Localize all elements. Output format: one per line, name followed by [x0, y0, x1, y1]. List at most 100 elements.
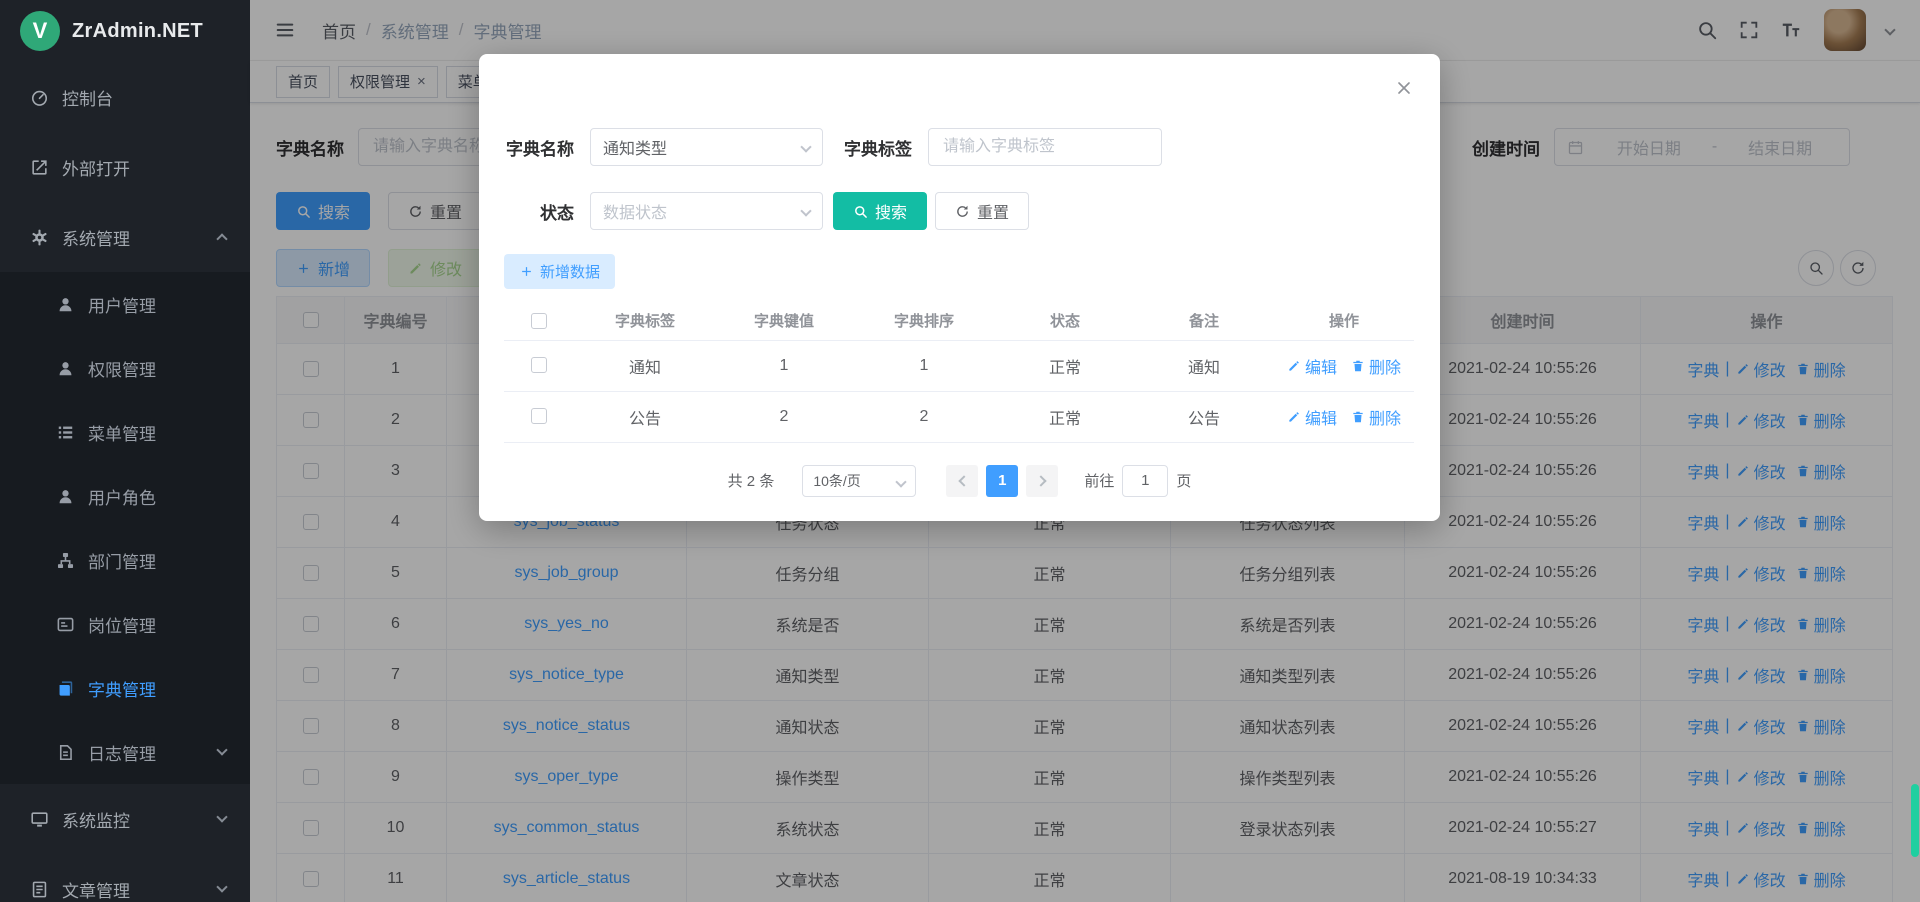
sidebar-menu: 控制台 外部打开 系统管理 用户管理 权限管理: [0, 62, 250, 902]
data-status-cell: 正常: [996, 340, 1134, 391]
current-page-button[interactable]: 1: [986, 465, 1018, 497]
search-icon: [853, 204, 868, 219]
sidebar-item-dictionary[interactable]: 字典管理: [0, 656, 250, 720]
dialog-pagination: 共 2 条 10条/页 1 前往 页: [504, 465, 1415, 497]
data-value-cell: 2: [716, 391, 852, 442]
page-goto-input[interactable]: [1122, 465, 1168, 497]
plus-icon: [519, 264, 534, 279]
dialog-reset-button[interactable]: 重置: [935, 192, 1029, 230]
sidebar-item-logs[interactable]: 日志管理: [0, 720, 250, 784]
header-dict-value: 字典键值: [716, 301, 852, 340]
sidebar-item-permissions[interactable]: 权限管理: [0, 336, 250, 400]
external-link-icon: [30, 158, 49, 177]
data-label-cell: 通知: [574, 340, 716, 391]
dictionary-icon: [56, 679, 75, 698]
header-dict-sort: 字典排序: [852, 301, 996, 340]
dict-name-select-value: 通知类型: [603, 135, 667, 159]
chevron-down-icon: [218, 887, 226, 891]
status-select-placeholder: 数据状态: [603, 199, 667, 223]
dialog-query-row-2: 状态 数据状态 搜索 重置: [504, 192, 1415, 230]
dialog-status-label: 状态: [504, 199, 574, 224]
dashboard-icon: [30, 88, 49, 107]
trash-icon: [1351, 359, 1365, 373]
log-icon: [56, 743, 75, 762]
data-label-cell: 公告: [574, 391, 716, 442]
sidebar-item-label: 字典管理: [88, 676, 156, 701]
sidebar-item-label: 系统监控: [62, 807, 130, 832]
status-select[interactable]: 数据状态: [590, 192, 823, 230]
header-status: 状态: [996, 301, 1134, 340]
dialog-dict-name-label: 字典名称: [504, 135, 574, 160]
delete-link[interactable]: 删除: [1351, 354, 1401, 378]
chevron-up-icon: [218, 231, 226, 243]
user-permission-icon: [56, 359, 75, 378]
pencil-icon: [1287, 359, 1301, 373]
close-icon: [1394, 78, 1414, 98]
gear-icon: [30, 228, 49, 247]
refresh-icon: [955, 204, 970, 219]
sidebar-item-external[interactable]: 外部打开: [0, 132, 250, 202]
post-badge-icon: [56, 615, 75, 634]
next-page-button[interactable]: [1026, 465, 1058, 497]
sidebar-item-users[interactable]: 用户管理: [0, 272, 250, 336]
dict-name-select[interactable]: 通知类型: [590, 128, 823, 166]
sidebar-item-articles[interactable]: 文章管理: [0, 854, 250, 902]
sidebar-item-label: 日志管理: [88, 740, 156, 765]
dialog-query-row-1: 字典名称 通知类型 字典标签: [504, 128, 1415, 166]
dialog-search-button[interactable]: 搜索: [833, 192, 927, 230]
prev-page-button[interactable]: [946, 465, 978, 497]
sidebar-item-label: 文章管理: [62, 877, 130, 902]
data-remark-cell: 公告: [1134, 391, 1274, 442]
edit-link[interactable]: 编辑: [1287, 405, 1337, 429]
sidebar-item-console[interactable]: 控制台: [0, 62, 250, 132]
dict-data-row: 公告22正常公告编辑删除: [504, 391, 1414, 442]
header-dict-label: 字典标签: [574, 301, 716, 340]
goto-label: 前往: [1084, 470, 1114, 491]
chevron-down-icon: [897, 473, 905, 489]
page-size-value: 10条/页: [813, 471, 860, 491]
sidebar-item-label: 外部打开: [62, 155, 130, 180]
sidebar-item-label: 岗位管理: [88, 612, 156, 637]
page-size-select[interactable]: 10条/页: [802, 465, 916, 497]
user-icon: [56, 295, 75, 314]
data-sort-cell: 2: [852, 391, 996, 442]
monitor-icon: [30, 810, 49, 829]
dict-label-input[interactable]: [928, 128, 1162, 166]
dialog-close-button[interactable]: [1394, 78, 1414, 98]
select-all-checkbox[interactable]: [531, 313, 547, 329]
sidebar-item-departments[interactable]: 部门管理: [0, 528, 250, 592]
add-dict-data-button[interactable]: 新增数据: [504, 254, 615, 289]
sidebar-item-user-roles[interactable]: 用户角色: [0, 464, 250, 528]
pagination-goto: 前往 页: [1084, 465, 1191, 497]
pencil-icon: [1287, 410, 1301, 424]
system-submenu: 用户管理 权限管理 菜单管理 用户角色 部门管理: [0, 272, 250, 784]
sidebar-item-label: 用户管理: [88, 292, 156, 317]
row-checkbox[interactable]: [531, 357, 547, 373]
user-role-icon: [56, 487, 75, 506]
app-logo: V ZrAdmin.NET: [0, 0, 250, 62]
sidebar-item-menus[interactable]: 菜单管理: [0, 400, 250, 464]
sidebar-item-posts[interactable]: 岗位管理: [0, 592, 250, 656]
sidebar: V ZrAdmin.NET 控制台 外部打开 系统管理 用户管理: [0, 0, 250, 902]
scrollbar-thumb[interactable]: [1911, 784, 1919, 857]
data-remark-cell: 通知: [1134, 340, 1274, 391]
delete-link[interactable]: 删除: [1351, 405, 1401, 429]
data-ops-cell: 编辑删除: [1274, 391, 1414, 442]
sidebar-item-label: 系统管理: [62, 225, 130, 250]
header-operations: 操作: [1274, 301, 1414, 340]
dict-data-row: 通知11正常通知编辑删除: [504, 340, 1414, 391]
header-checkbox-cell: [504, 301, 574, 340]
sidebar-item-monitor[interactable]: 系统监控: [0, 784, 250, 854]
app-title: ZrAdmin.NET: [72, 20, 203, 43]
logo-icon: V: [20, 11, 60, 51]
data-status-cell: 正常: [996, 391, 1134, 442]
sidebar-item-label: 菜单管理: [88, 420, 156, 445]
sidebar-item-label: 权限管理: [88, 356, 156, 381]
edit-link[interactable]: 编辑: [1287, 354, 1337, 378]
data-sort-cell: 1: [852, 340, 996, 391]
sidebar-item-label: 部门管理: [88, 548, 156, 573]
row-checkbox[interactable]: [531, 408, 547, 424]
data-ops-cell: 编辑删除: [1274, 340, 1414, 391]
dialog-reset-label: 重置: [977, 199, 1009, 223]
sidebar-item-system[interactable]: 系统管理: [0, 202, 250, 272]
